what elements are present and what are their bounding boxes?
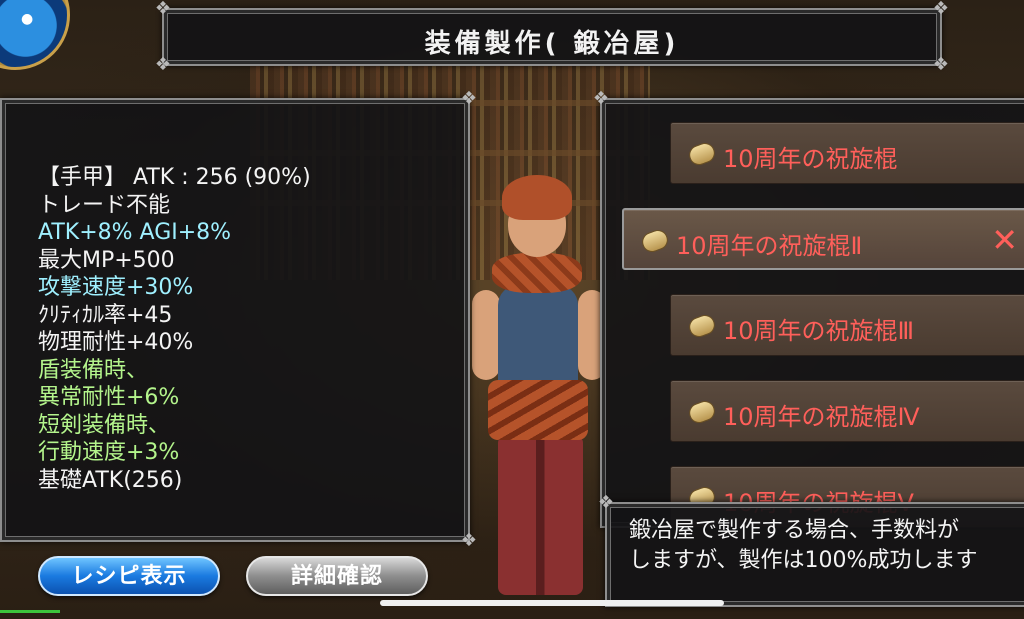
page-title: 装備製作( 鍛冶屋) xyxy=(424,29,680,59)
stat-line: 短剣装備時、 xyxy=(38,412,171,438)
scroll-icon xyxy=(686,140,718,168)
stat-line: 盾装備時、 xyxy=(38,357,149,383)
stat-line: トレード不能 xyxy=(38,192,171,218)
recipe-label: 10周年の祝旋棍Ⅱ xyxy=(676,232,863,260)
ornament-icon: ❖ xyxy=(154,0,172,19)
recipe-label: 10周年の祝旋棍Ⅲ xyxy=(723,317,915,345)
emblem-glyph-icon: ● xyxy=(21,11,34,27)
ornament-icon: ❖ xyxy=(932,54,950,75)
stat-line: ATK+8% AGI+8% xyxy=(38,220,232,245)
message-line: しますが、製作は100%成功します xyxy=(629,548,978,573)
ornament-icon: ❖ xyxy=(460,88,478,109)
ornament-icon: ❖ xyxy=(932,0,950,19)
scroll-icon xyxy=(686,312,718,340)
recipe-item[interactable]: 10周年の祝旋棍Ⅳ xyxy=(670,380,1024,442)
stat-line: 行動速度+3% xyxy=(38,440,180,465)
stat-line: ｸﾘﾃｨｶﾙ率+45 xyxy=(38,302,173,328)
stat-line: 物理耐性+40% xyxy=(38,330,194,355)
item-stats-panel: ❖ ❖ 【手甲】 ATK : 256 (90%) トレード不能 ATK+8% AGI… xyxy=(0,88,477,551)
recipe-display-button[interactable]: レシピ表示 xyxy=(38,556,220,596)
close-icon[interactable]: ✕ xyxy=(991,222,1018,258)
character-avatar xyxy=(470,175,610,595)
recipe-label: 10周年の祝旋棍 xyxy=(723,145,898,173)
ornament-icon: ❖ xyxy=(154,54,172,75)
recipe-item[interactable]: 10周年の祝旋棍Ⅱ ✕ xyxy=(622,208,1024,270)
stat-line: 攻撃速度+30% xyxy=(38,275,194,300)
ornament-icon: ❖ xyxy=(592,88,610,109)
progress-indicator xyxy=(0,610,60,613)
recipe-item[interactable]: 10周年の祝旋棍 xyxy=(670,122,1024,184)
home-indicator[interactable] xyxy=(380,600,724,606)
detail-confirm-button[interactable]: 詳細確認 xyxy=(246,556,428,596)
recipe-label: 10周年の祝旋棍Ⅳ xyxy=(723,403,920,431)
ornament-icon: ❖ xyxy=(460,530,478,551)
message-line: 鍛冶屋で製作する場合、手数料が xyxy=(629,518,960,543)
stat-line: 基礎ATK(256) xyxy=(38,467,183,493)
message-text: 鍛冶屋で製作する場合、手数料が しますが、製作は100%成功します xyxy=(629,516,977,576)
recipe-list-panel[interactable]: ❖ 10周年の祝旋棍 10周年の祝旋棍Ⅱ ✕ 10周年の祝旋棍Ⅲ 10周年の祝旋棍Ⅳ 10… xyxy=(593,88,1024,528)
stat-line: 最大MP+500 xyxy=(38,247,175,273)
title-bar: 装備製作( 鍛冶屋) ❖ ❖ ❖ ❖ xyxy=(155,0,949,75)
stat-line: 【手甲】 ATK : 256 (90%) xyxy=(38,165,311,190)
scroll-icon xyxy=(686,398,718,426)
stat-line: 異常耐性+6% xyxy=(38,385,180,410)
recipe-item[interactable]: 10周年の祝旋棍Ⅲ xyxy=(670,294,1024,356)
ornament-icon: ❖ xyxy=(597,492,615,513)
message-box: ❖ 鍛冶屋で製作する場合、手数料が しますが、製作は100%成功します xyxy=(598,492,1024,607)
item-stats-list: 【手甲】 ATK : 256 (90%) トレード不能 ATK+8% AGI+8% 最… xyxy=(38,164,311,494)
scroll-icon xyxy=(639,227,671,255)
